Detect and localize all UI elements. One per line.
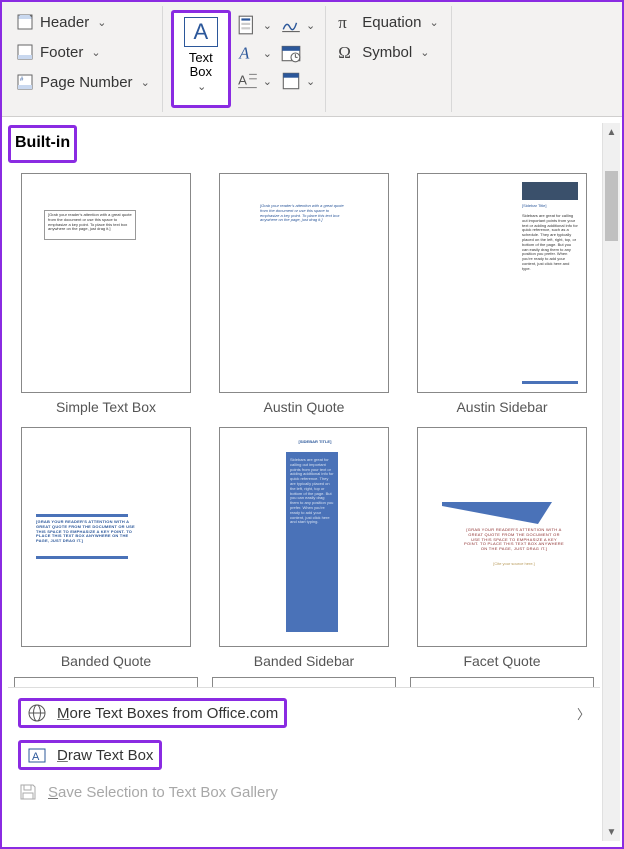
thumb-preview: [Sidebar Title] Sidebars are great for c… — [417, 173, 587, 393]
signature-line-button[interactable]: ⌄ — [280, 14, 315, 36]
footer-icon — [16, 43, 34, 61]
drop-cap-button[interactable]: A ⌄ — [237, 70, 272, 92]
gallery-item-banded-quote[interactable]: [GRAB YOUR READER'S ATTENTION WITH A GRE… — [14, 427, 198, 669]
symbol-label: Symbol — [362, 44, 412, 61]
svg-text:A: A — [238, 44, 250, 63]
gallery-item-austin-sidebar[interactable]: [Sidebar Title] Sidebars are great for c… — [410, 173, 594, 415]
chevron-down-icon: ⌄ — [429, 16, 438, 29]
equation-icon: π — [338, 13, 356, 31]
thumb-preview: [SIDEBAR TITLE] Sidebars are great for c… — [219, 427, 389, 647]
gallery-item-simple-text-box[interactable]: [Grab your reader's attention with a gre… — [14, 173, 198, 415]
object-icon — [280, 70, 302, 92]
gallery-grid: [Grab your reader's attention with a gre… — [8, 169, 600, 677]
thumb-preview: [Grab your reader's attention with a gre… — [21, 173, 191, 393]
more-text-boxes-label: More Text Boxes from Office.com — [57, 705, 278, 722]
gallery-item-banded-sidebar[interactable]: [SIDEBAR TITLE] Sidebars are great for c… — [212, 427, 396, 669]
thumb-label: Facet Quote — [463, 653, 540, 669]
thumb-label: Banded Quote — [61, 653, 151, 669]
ribbon: Header ⌄ Footer ⌄ # Page Number ⌄ A Text… — [2, 2, 622, 117]
lines-col: ⌄ ⌄ — [278, 10, 317, 108]
chevron-down-icon: ⌄ — [263, 47, 272, 60]
gallery-item-facet-quote[interactable]: [GRAB YOUR READER'S ATTENTION WITH A GRE… — [410, 427, 594, 669]
equation-button[interactable]: π Equation ⌄ — [334, 10, 442, 34]
quick-parts-button[interactable]: ⌄ — [237, 14, 272, 36]
chevron-down-icon: ⌄ — [197, 80, 206, 93]
quickparts-col: ⌄ A ⌄ A ⌄ — [235, 10, 274, 108]
thumb-label: Austin Quote — [264, 399, 345, 415]
svg-text:A: A — [32, 751, 40, 763]
header-icon — [16, 13, 34, 31]
symbol-button[interactable]: Ω Symbol ⌄ — [334, 40, 442, 64]
more-text-boxes-item[interactable]: More Text Boxes from Office.com 〉 — [8, 692, 600, 734]
thumb-preview: [GRAB YOUR READER'S ATTENTION WITH A GRE… — [417, 427, 587, 647]
page-number-label: Page Number — [40, 74, 133, 91]
header-footer-group: Header ⌄ Footer ⌄ # Page Number ⌄ — [4, 6, 163, 112]
scroll-up-arrow[interactable]: ▲ — [603, 123, 620, 141]
draw-text-box-label: Draw Text Box — [57, 747, 153, 764]
save-icon — [18, 782, 38, 802]
scrollbar[interactable]: ▲ ▼ — [602, 123, 620, 841]
chevron-down-icon: ⌄ — [263, 75, 272, 88]
object-button[interactable]: ⌄ — [280, 70, 315, 92]
draw-text-box-icon: A — [27, 745, 47, 765]
signature-icon — [280, 14, 302, 36]
page-number-button[interactable]: # Page Number ⌄ — [12, 70, 154, 94]
chevron-right-icon: 〉 — [577, 704, 590, 723]
footer-label: Footer — [40, 44, 83, 61]
thumb-label: Banded Sidebar — [254, 653, 354, 669]
save-selection-item: Save Selection to Text Box Gallery — [8, 776, 600, 808]
gallery-item-truncated[interactable] — [14, 677, 198, 687]
equation-label: Equation — [362, 14, 421, 31]
scroll-thumb[interactable] — [605, 171, 618, 241]
drop-cap-icon: A — [237, 70, 259, 92]
gallery-section-title: Built-in — [8, 125, 77, 163]
text-group: A Text Box ⌄ ⌄ A ⌄ A ⌄ ⌄ — [163, 6, 326, 112]
thumb-preview: [Grab your reader's attention with a gre… — [219, 173, 389, 393]
chevron-down-icon: ⌄ — [306, 75, 315, 88]
scroll-down-arrow[interactable]: ▼ — [603, 823, 620, 841]
header-button[interactable]: Header ⌄ — [12, 10, 154, 34]
date-icon — [280, 42, 302, 64]
date-time-button[interactable] — [280, 42, 315, 64]
chevron-down-icon: ⌄ — [263, 19, 272, 32]
chevron-down-icon: ⌄ — [420, 46, 429, 59]
gallery-menu-list: More Text Boxes from Office.com 〉 A Draw… — [8, 687, 600, 812]
save-selection-label: Save Selection to Text Box Gallery — [48, 784, 278, 801]
gallery-item-truncated[interactable] — [212, 677, 396, 687]
symbol-icon: Ω — [338, 43, 356, 61]
text-box-gallery-panel: ▲ ▼ Built-in [Grab your reader's attenti… — [2, 117, 622, 847]
gallery-item-truncated[interactable] — [410, 677, 594, 687]
globe-icon — [27, 703, 47, 723]
page-number-icon: # — [16, 73, 34, 91]
thumb-label: Austin Sidebar — [456, 399, 547, 415]
chevron-down-icon: ⌄ — [97, 16, 106, 29]
gallery-item-austin-quote[interactable]: [Grab your reader's attention with a gre… — [212, 173, 396, 415]
header-label: Header — [40, 14, 89, 31]
symbols-group: π Equation ⌄ Ω Symbol ⌄ — [326, 6, 451, 112]
gallery-truncated-row — [8, 677, 600, 687]
chevron-down-icon: ⌄ — [141, 76, 150, 89]
svg-text:A: A — [238, 72, 247, 87]
draw-text-box-item[interactable]: A Draw Text Box — [8, 734, 600, 776]
footer-button[interactable]: Footer ⌄ — [12, 40, 154, 64]
panel-content: Built-in [Grab your reader's attention w… — [8, 123, 600, 841]
word-art-button[interactable]: A ⌄ — [237, 42, 272, 64]
thumb-preview: [GRAB YOUR READER'S ATTENTION WITH A GRE… — [21, 427, 191, 647]
text-box-icon: A — [184, 17, 218, 47]
chevron-down-icon: ⌄ — [91, 46, 100, 59]
text-box-label: Text Box — [189, 51, 213, 80]
quick-parts-icon — [237, 14, 259, 36]
word-art-icon: A — [237, 42, 259, 64]
text-box-button[interactable]: A Text Box ⌄ — [171, 10, 231, 108]
chevron-down-icon: ⌄ — [306, 19, 315, 32]
thumb-label: Simple Text Box — [56, 399, 156, 415]
